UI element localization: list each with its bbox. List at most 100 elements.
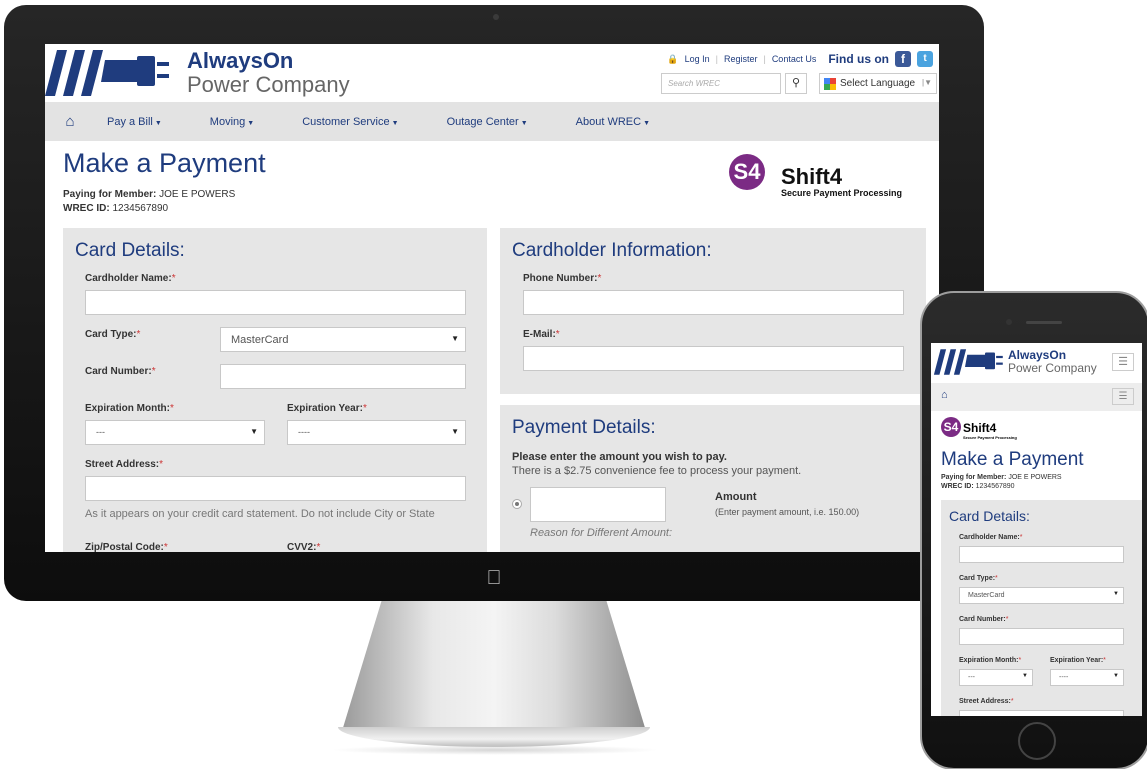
- brand-logo-icon[interactable]: [45, 46, 175, 100]
- street-label: Street Address:*: [85, 459, 164, 470]
- payment-prompt: Please enter the amount you wish to pay.: [512, 451, 727, 463]
- card-type-select[interactable]: MasterCard ▼: [959, 587, 1124, 604]
- exp-month-select[interactable]: --- ▼: [85, 420, 265, 445]
- card-details-title: Card Details:: [949, 508, 1030, 524]
- amount-label: Amount: [715, 491, 757, 503]
- exp-month-select[interactable]: --- ▼: [959, 669, 1033, 686]
- login-link[interactable]: Log In: [685, 54, 710, 64]
- member-name: JOE E POWERS: [1008, 474, 1062, 481]
- device-mockup-stage:  AlwaysOn Power Company 🔒 Log In | Regi…: [0, 0, 1147, 769]
- shift4-name: Shift4: [781, 164, 843, 189]
- nav-moving[interactable]: Moving ▼: [186, 116, 278, 128]
- card-type-label: Card Type:*: [959, 575, 998, 582]
- language-label: Select Language: [840, 78, 916, 89]
- home-icon[interactable]: ⌂: [45, 113, 95, 130]
- register-link[interactable]: Register: [724, 54, 758, 64]
- member-id: 1234567890: [975, 483, 1015, 490]
- amount-hint: (Enter payment amount, i.e. 150.00): [715, 507, 860, 517]
- chevron-down-icon: ▼: [451, 334, 459, 343]
- contact-link[interactable]: Contact Us: [772, 54, 817, 64]
- find-us-label: Find us on: [828, 52, 889, 66]
- street-label: Street Address:*: [959, 698, 1014, 705]
- cardholder-name-label: Cardholder Name:*: [85, 273, 176, 284]
- zip-label: Zip/Postal Code:*: [85, 542, 168, 552]
- twitter-icon[interactable]: t: [917, 51, 933, 67]
- card-number-label: Card Number:*: [85, 366, 156, 377]
- shift4-logo: S4 Shift4 Secure Payment Processing: [729, 150, 919, 206]
- card-details-panel: Card Details: Cardholder Name:* Card Typ…: [63, 228, 487, 552]
- top-links: 🔒 Log In | Register | Contact Us Find us…: [667, 51, 933, 67]
- paying-label: Paying for Member:: [941, 474, 1007, 481]
- member-id: 1234567890: [112, 203, 169, 214]
- shift4-logo: S4 Shift4 Secure Payment Processing: [941, 417, 1041, 443]
- menu-icon[interactable]: ☰: [1112, 353, 1134, 371]
- brand-logo-icon[interactable]: [933, 347, 1007, 377]
- card-number-label: Card Number:*: [959, 616, 1009, 623]
- page-title: Make a Payment: [941, 449, 1084, 470]
- exp-year-select[interactable]: ---- ▼: [1050, 669, 1124, 686]
- exp-month-label: Expiration Month:*: [959, 657, 1022, 664]
- home-icon[interactable]: ⌂: [941, 389, 948, 401]
- nav-pay-a-bill[interactable]: Pay a Bill ▼: [95, 116, 186, 128]
- card-details-panel: Card Details: Cardholder Name:* Card Typ…: [941, 500, 1142, 716]
- email-input[interactable]: [523, 346, 904, 371]
- facebook-icon[interactable]: f: [895, 51, 911, 67]
- cardholder-name-input[interactable]: [959, 546, 1124, 563]
- street-input[interactable]: [959, 710, 1124, 716]
- amount-radio[interactable]: [512, 499, 522, 509]
- language-select[interactable]: Select Language |▼: [819, 73, 937, 94]
- id-label: WREC ID:: [63, 203, 110, 214]
- brand-name-bottom: Power Company: [1008, 361, 1097, 375]
- google-translate-icon: [824, 78, 836, 90]
- cardholder-name-input[interactable]: [85, 290, 466, 315]
- phone-camera: [1006, 319, 1012, 325]
- member-info: Paying for Member: JOE E POWERS WREC ID:…: [941, 473, 1062, 491]
- exp-year-label: Expiration Year:*: [287, 403, 367, 414]
- main-nav: ⌂ Pay a Bill ▼ Moving ▼ Customer Service ▼ …: [45, 102, 939, 141]
- radio-dot: [515, 502, 519, 506]
- page-title: Make a Payment: [63, 148, 266, 178]
- search-button[interactable]: ⚲: [785, 73, 807, 94]
- nav-outage-center[interactable]: Outage Center ▼: [423, 116, 552, 128]
- mobile-nav: ⌂ ☰: [931, 383, 1142, 411]
- fee-note: There is a $2.75 convenience fee to proc…: [512, 465, 802, 477]
- apple-logo-icon: : [484, 567, 504, 589]
- brand-name-top: AlwaysOn: [187, 48, 294, 73]
- shift4-logo-icon: S4: [941, 417, 961, 437]
- mobile-screen: AlwaysOn Power Company ☰ ⌂ ☰ S4 Shift4 S…: [931, 343, 1142, 716]
- brand-name-top: AlwaysOn: [1008, 348, 1067, 362]
- street-input[interactable]: [85, 476, 466, 501]
- cardholder-info-panel: Cardholder Information: Phone Number:* E…: [500, 228, 926, 394]
- search-icon: ⚲: [791, 77, 801, 89]
- email-label: E-Mail:*: [523, 329, 560, 340]
- chevron-down-icon: ▼: [1113, 673, 1119, 679]
- phone-input[interactable]: [523, 290, 904, 315]
- payment-details-panel: Payment Details: Please enter the amount…: [500, 405, 926, 552]
- card-number-input[interactable]: [220, 364, 466, 389]
- divider: |: [763, 54, 766, 64]
- menu-icon[interactable]: ☰: [1112, 388, 1134, 405]
- nav-customer-service[interactable]: Customer Service ▼: [278, 116, 422, 128]
- desktop-screen: AlwaysOn Power Company 🔒 Log In | Regist…: [45, 44, 939, 552]
- chevron-down-icon: ▼: [250, 427, 258, 436]
- card-type-select[interactable]: MasterCard ▼: [220, 327, 466, 352]
- nav-about[interactable]: About WREC ▼: [552, 116, 674, 128]
- chevron-down-icon: ▼: [391, 119, 399, 127]
- chevron-down-icon: ▼: [451, 427, 459, 436]
- search-input[interactable]: Search WREC: [661, 73, 781, 94]
- exp-year-select[interactable]: ---- ▼: [287, 420, 466, 445]
- card-number-input[interactable]: [959, 628, 1124, 645]
- chevron-down-icon: ▼: [1022, 673, 1028, 679]
- chevron-down-icon: ▼: [1113, 591, 1119, 597]
- cvv-label: CVV2:*: [287, 542, 321, 552]
- chevron-down-icon: ▼: [247, 119, 255, 127]
- paying-label: Paying for Member:: [63, 189, 157, 200]
- shift4-logo-icon: S4: [729, 154, 765, 190]
- phone-label: Phone Number:*: [523, 273, 602, 284]
- amount-input[interactable]: [530, 487, 666, 522]
- member-name: JOE E POWERS: [159, 189, 236, 200]
- card-type-label: Card Type:*: [85, 329, 141, 340]
- id-label: WREC ID:: [941, 483, 974, 490]
- chevron-down-icon: ▼: [154, 119, 162, 127]
- site-header: AlwaysOn Power Company 🔒 Log In | Regist…: [45, 44, 939, 100]
